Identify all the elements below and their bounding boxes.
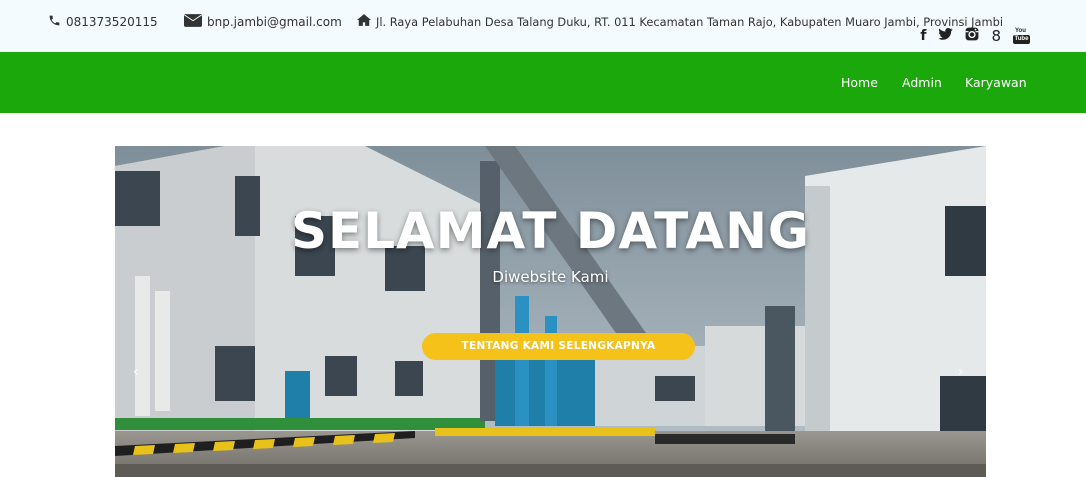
contact-phone: 081373520115 [48, 14, 158, 30]
home-icon [357, 14, 371, 29]
youtube-icon[interactable]: You Tube [1013, 28, 1030, 44]
email-text: bnp.jambi@gmail.com [207, 15, 342, 29]
facebook-icon[interactable]: f [920, 29, 926, 43]
twitter-icon[interactable] [938, 28, 954, 43]
google-plus-icon[interactable]: 8 [991, 28, 1001, 43]
instagram-icon[interactable] [965, 27, 979, 44]
envelope-icon [184, 14, 202, 30]
hero-title: SELAMAT DATANG [291, 202, 810, 260]
carousel-next-icon[interactable]: › [958, 364, 964, 380]
carousel-prev-icon[interactable]: ‹ [133, 364, 139, 380]
address-text: Jl. Raya Pelabuhan Desa Talang Duku, RT.… [376, 14, 1004, 29]
contact-address: Jl. Raya Pelabuhan Desa Talang Duku, RT.… [357, 14, 1003, 29]
hero-subtitle: Diwebsite Kami [492, 268, 609, 286]
phone-text: 081373520115 [66, 15, 158, 29]
hero-background-image [115, 146, 986, 477]
nav-home[interactable]: Home [841, 75, 878, 90]
top-info-bar: 081373520115 bnp.jambi@gmail.com Jl. Ray… [0, 0, 1086, 52]
nav-karyawan[interactable]: Karyawan [965, 75, 1027, 90]
main-navbar: Home Admin Karyawan [0, 52, 1086, 113]
hero-carousel: SELAMAT DATANG Diwebsite Kami TENTANG KA… [115, 146, 986, 477]
phone-icon [48, 14, 61, 30]
nav-admin[interactable]: Admin [902, 75, 942, 90]
about-us-button[interactable]: TENTANG KAMI SELENGKAPNYA [422, 333, 695, 360]
contact-email: bnp.jambi@gmail.com [184, 14, 342, 30]
social-links: f 8 You Tube [920, 27, 1030, 44]
